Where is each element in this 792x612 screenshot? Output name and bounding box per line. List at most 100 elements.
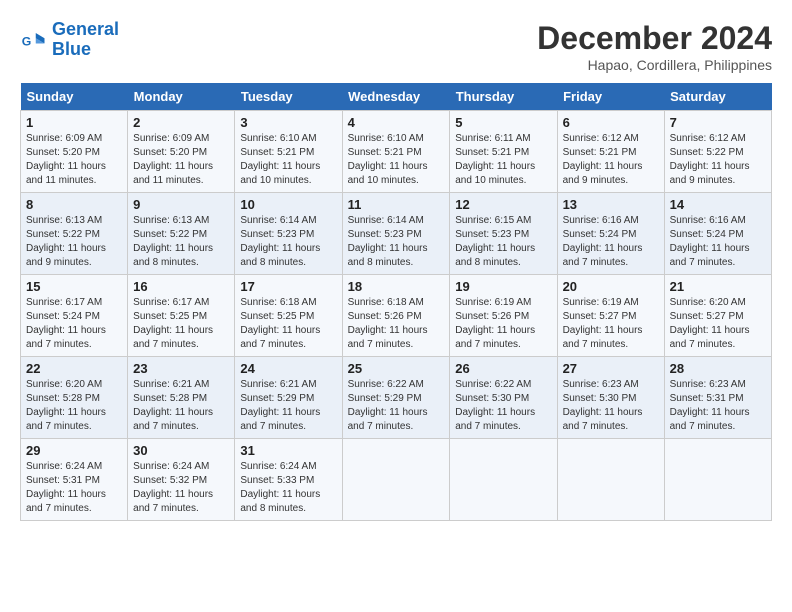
logo: G General Blue [20,20,119,60]
day-cell-9: 9 Sunrise: 6:13 AM Sunset: 5:22 PM Dayli… [128,193,235,275]
logo-line2: Blue [52,39,91,59]
day-info: Sunrise: 6:16 AM Sunset: 5:24 PM Dayligh… [670,214,766,270]
day-cell-20: 20 Sunrise: 6:19 AM Sunset: 5:27 PM Dayl… [557,275,664,357]
day-info: Sunrise: 6:14 AM Sunset: 5:23 PM Dayligh… [240,214,336,270]
day-number: 19 [455,279,551,294]
day-cell-16: 16 Sunrise: 6:17 AM Sunset: 5:25 PM Dayl… [128,275,235,357]
day-cell-11: 11 Sunrise: 6:14 AM Sunset: 5:23 PM Dayl… [342,193,450,275]
page-header: G General Blue December 2024 Hapao, Cord… [20,20,772,73]
day-number: 13 [563,197,659,212]
day-cell-18: 18 Sunrise: 6:18 AM Sunset: 5:26 PM Dayl… [342,275,450,357]
day-info: Sunrise: 6:21 AM Sunset: 5:29 PM Dayligh… [240,378,336,434]
day-number: 2 [133,115,229,130]
day-cell-22: 22 Sunrise: 6:20 AM Sunset: 5:28 PM Dayl… [21,357,128,439]
day-number: 28 [670,361,766,376]
calendar-week-2: 8 Sunrise: 6:13 AM Sunset: 5:22 PM Dayli… [21,193,772,275]
day-number: 24 [240,361,336,376]
day-cell-19: 19 Sunrise: 6:19 AM Sunset: 5:26 PM Dayl… [450,275,557,357]
day-number: 3 [240,115,336,130]
col-thursday: Thursday [450,83,557,111]
day-number: 16 [133,279,229,294]
day-info: Sunrise: 6:23 AM Sunset: 5:31 PM Dayligh… [670,378,766,434]
day-cell-8: 8 Sunrise: 6:13 AM Sunset: 5:22 PM Dayli… [21,193,128,275]
day-info: Sunrise: 6:16 AM Sunset: 5:24 PM Dayligh… [563,214,659,270]
day-number: 26 [455,361,551,376]
day-cell-2: 2 Sunrise: 6:09 AM Sunset: 5:20 PM Dayli… [128,111,235,193]
col-friday: Friday [557,83,664,111]
day-cell-31: 31 Sunrise: 6:24 AM Sunset: 5:33 PM Dayl… [235,439,342,521]
day-info: Sunrise: 6:09 AM Sunset: 5:20 PM Dayligh… [26,132,122,188]
day-number: 25 [348,361,445,376]
day-cell-24: 24 Sunrise: 6:21 AM Sunset: 5:29 PM Dayl… [235,357,342,439]
day-info: Sunrise: 6:20 AM Sunset: 5:28 PM Dayligh… [26,378,122,434]
day-cell-12: 12 Sunrise: 6:15 AM Sunset: 5:23 PM Dayl… [450,193,557,275]
day-info: Sunrise: 6:18 AM Sunset: 5:25 PM Dayligh… [240,296,336,352]
day-number: 1 [26,115,122,130]
day-cell-27: 27 Sunrise: 6:23 AM Sunset: 5:30 PM Dayl… [557,357,664,439]
day-cell-6: 6 Sunrise: 6:12 AM Sunset: 5:21 PM Dayli… [557,111,664,193]
day-number: 17 [240,279,336,294]
day-cell-26: 26 Sunrise: 6:22 AM Sunset: 5:30 PM Dayl… [450,357,557,439]
col-wednesday: Wednesday [342,83,450,111]
day-info: Sunrise: 6:12 AM Sunset: 5:21 PM Dayligh… [563,132,659,188]
day-cell-10: 10 Sunrise: 6:14 AM Sunset: 5:23 PM Dayl… [235,193,342,275]
day-number: 6 [563,115,659,130]
calendar-week-4: 22 Sunrise: 6:20 AM Sunset: 5:28 PM Dayl… [21,357,772,439]
day-info: Sunrise: 6:22 AM Sunset: 5:29 PM Dayligh… [348,378,445,434]
day-info: Sunrise: 6:09 AM Sunset: 5:20 PM Dayligh… [133,132,229,188]
day-number: 5 [455,115,551,130]
day-number: 14 [670,197,766,212]
day-info: Sunrise: 6:13 AM Sunset: 5:22 PM Dayligh… [133,214,229,270]
logo-icon: G [20,26,48,54]
day-info: Sunrise: 6:13 AM Sunset: 5:22 PM Dayligh… [26,214,122,270]
location-subtitle: Hapao, Cordillera, Philippines [537,57,772,73]
day-cell-5: 5 Sunrise: 6:11 AM Sunset: 5:21 PM Dayli… [450,111,557,193]
day-number: 29 [26,443,122,458]
day-cell-7: 7 Sunrise: 6:12 AM Sunset: 5:22 PM Dayli… [664,111,771,193]
day-info: Sunrise: 6:10 AM Sunset: 5:21 PM Dayligh… [348,132,445,188]
calendar-week-5: 29 Sunrise: 6:24 AM Sunset: 5:31 PM Dayl… [21,439,772,521]
svg-text:G: G [22,34,32,48]
day-number: 12 [455,197,551,212]
day-info: Sunrise: 6:24 AM Sunset: 5:31 PM Dayligh… [26,460,122,516]
logo-line1: General [52,19,119,39]
empty-day-cell [557,439,664,521]
day-cell-28: 28 Sunrise: 6:23 AM Sunset: 5:31 PM Dayl… [664,357,771,439]
day-cell-4: 4 Sunrise: 6:10 AM Sunset: 5:21 PM Dayli… [342,111,450,193]
day-number: 20 [563,279,659,294]
col-tuesday: Tuesday [235,83,342,111]
day-info: Sunrise: 6:12 AM Sunset: 5:22 PM Dayligh… [670,132,766,188]
col-monday: Monday [128,83,235,111]
month-title: December 2024 [537,20,772,57]
day-info: Sunrise: 6:19 AM Sunset: 5:26 PM Dayligh… [455,296,551,352]
col-saturday: Saturday [664,83,771,111]
day-cell-29: 29 Sunrise: 6:24 AM Sunset: 5:31 PM Dayl… [21,439,128,521]
col-sunday: Sunday [21,83,128,111]
title-block: December 2024 Hapao, Cordillera, Philipp… [537,20,772,73]
day-number: 22 [26,361,122,376]
calendar-table: Sunday Monday Tuesday Wednesday Thursday… [20,83,772,521]
day-info: Sunrise: 6:10 AM Sunset: 5:21 PM Dayligh… [240,132,336,188]
day-info: Sunrise: 6:17 AM Sunset: 5:24 PM Dayligh… [26,296,122,352]
day-info: Sunrise: 6:22 AM Sunset: 5:30 PM Dayligh… [455,378,551,434]
day-number: 15 [26,279,122,294]
day-info: Sunrise: 6:11 AM Sunset: 5:21 PM Dayligh… [455,132,551,188]
day-cell-13: 13 Sunrise: 6:16 AM Sunset: 5:24 PM Dayl… [557,193,664,275]
day-cell-15: 15 Sunrise: 6:17 AM Sunset: 5:24 PM Dayl… [21,275,128,357]
day-number: 7 [670,115,766,130]
empty-day-cell [342,439,450,521]
day-number: 30 [133,443,229,458]
day-info: Sunrise: 6:20 AM Sunset: 5:27 PM Dayligh… [670,296,766,352]
day-info: Sunrise: 6:15 AM Sunset: 5:23 PM Dayligh… [455,214,551,270]
day-info: Sunrise: 6:14 AM Sunset: 5:23 PM Dayligh… [348,214,445,270]
day-info: Sunrise: 6:21 AM Sunset: 5:28 PM Dayligh… [133,378,229,434]
day-info: Sunrise: 6:24 AM Sunset: 5:33 PM Dayligh… [240,460,336,516]
day-info: Sunrise: 6:19 AM Sunset: 5:27 PM Dayligh… [563,296,659,352]
day-info: Sunrise: 6:18 AM Sunset: 5:26 PM Dayligh… [348,296,445,352]
day-number: 4 [348,115,445,130]
day-number: 9 [133,197,229,212]
day-cell-14: 14 Sunrise: 6:16 AM Sunset: 5:24 PM Dayl… [664,193,771,275]
day-info: Sunrise: 6:17 AM Sunset: 5:25 PM Dayligh… [133,296,229,352]
day-number: 21 [670,279,766,294]
day-cell-23: 23 Sunrise: 6:21 AM Sunset: 5:28 PM Dayl… [128,357,235,439]
